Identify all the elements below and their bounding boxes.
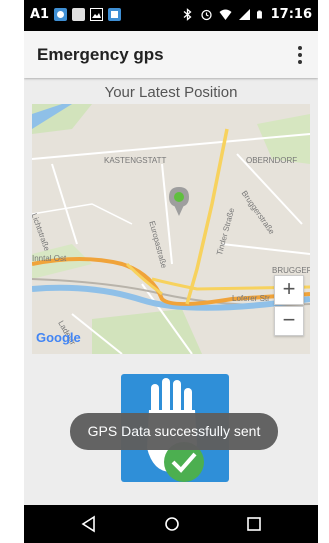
- map-label: Loferer Str: [232, 294, 270, 303]
- status-bar: A1 17:16: [24, 0, 318, 31]
- map-label: KASTENGSTATT: [104, 156, 167, 165]
- alarm-icon: [200, 9, 212, 21]
- notification-icon: [72, 8, 86, 21]
- position-title: Your Latest Position: [104, 84, 238, 101]
- status-bar-left: A1: [30, 7, 122, 22]
- navigation-bar: [24, 505, 318, 543]
- back-triangle-icon[interactable]: [78, 514, 100, 534]
- status-bar-right: 17:16: [181, 7, 312, 22]
- recents-square-icon[interactable]: [243, 514, 265, 534]
- zoom-in-button[interactable]: +: [274, 275, 304, 305]
- notification-icon: [108, 8, 122, 21]
- phone-screen: A1 17:16 Emergency gps Your Latest Posit…: [24, 0, 318, 543]
- google-attribution: Google: [36, 330, 81, 345]
- home-circle-icon[interactable]: [161, 514, 183, 534]
- map-label: Inntal Ost: [32, 254, 67, 263]
- app-title: Emergency gps: [37, 45, 164, 64]
- battery-icon: [256, 10, 262, 19]
- zoom-out-button[interactable]: −: [274, 306, 304, 336]
- image-icon: [90, 8, 104, 21]
- carrier-label: A1: [30, 7, 50, 22]
- toast-message: GPS Data successfully sent: [70, 413, 278, 450]
- notification-icon: [54, 8, 68, 21]
- overflow-menu-icon[interactable]: [290, 43, 310, 67]
- map-label: OBERNDORF: [246, 156, 298, 165]
- signal-icon: [238, 9, 250, 20]
- google-logo: Google: [36, 330, 81, 345]
- app-bar: Emergency gps: [24, 31, 318, 78]
- bluetooth-icon: [183, 8, 192, 21]
- map-label: BRUGGERN: [272, 266, 310, 275]
- wifi-icon: [219, 9, 232, 20]
- clock-label: 17:16: [270, 7, 312, 22]
- map-view[interactable]: KASTENGSTATT OBERNDORF Lichtstraße Europ…: [32, 104, 310, 354]
